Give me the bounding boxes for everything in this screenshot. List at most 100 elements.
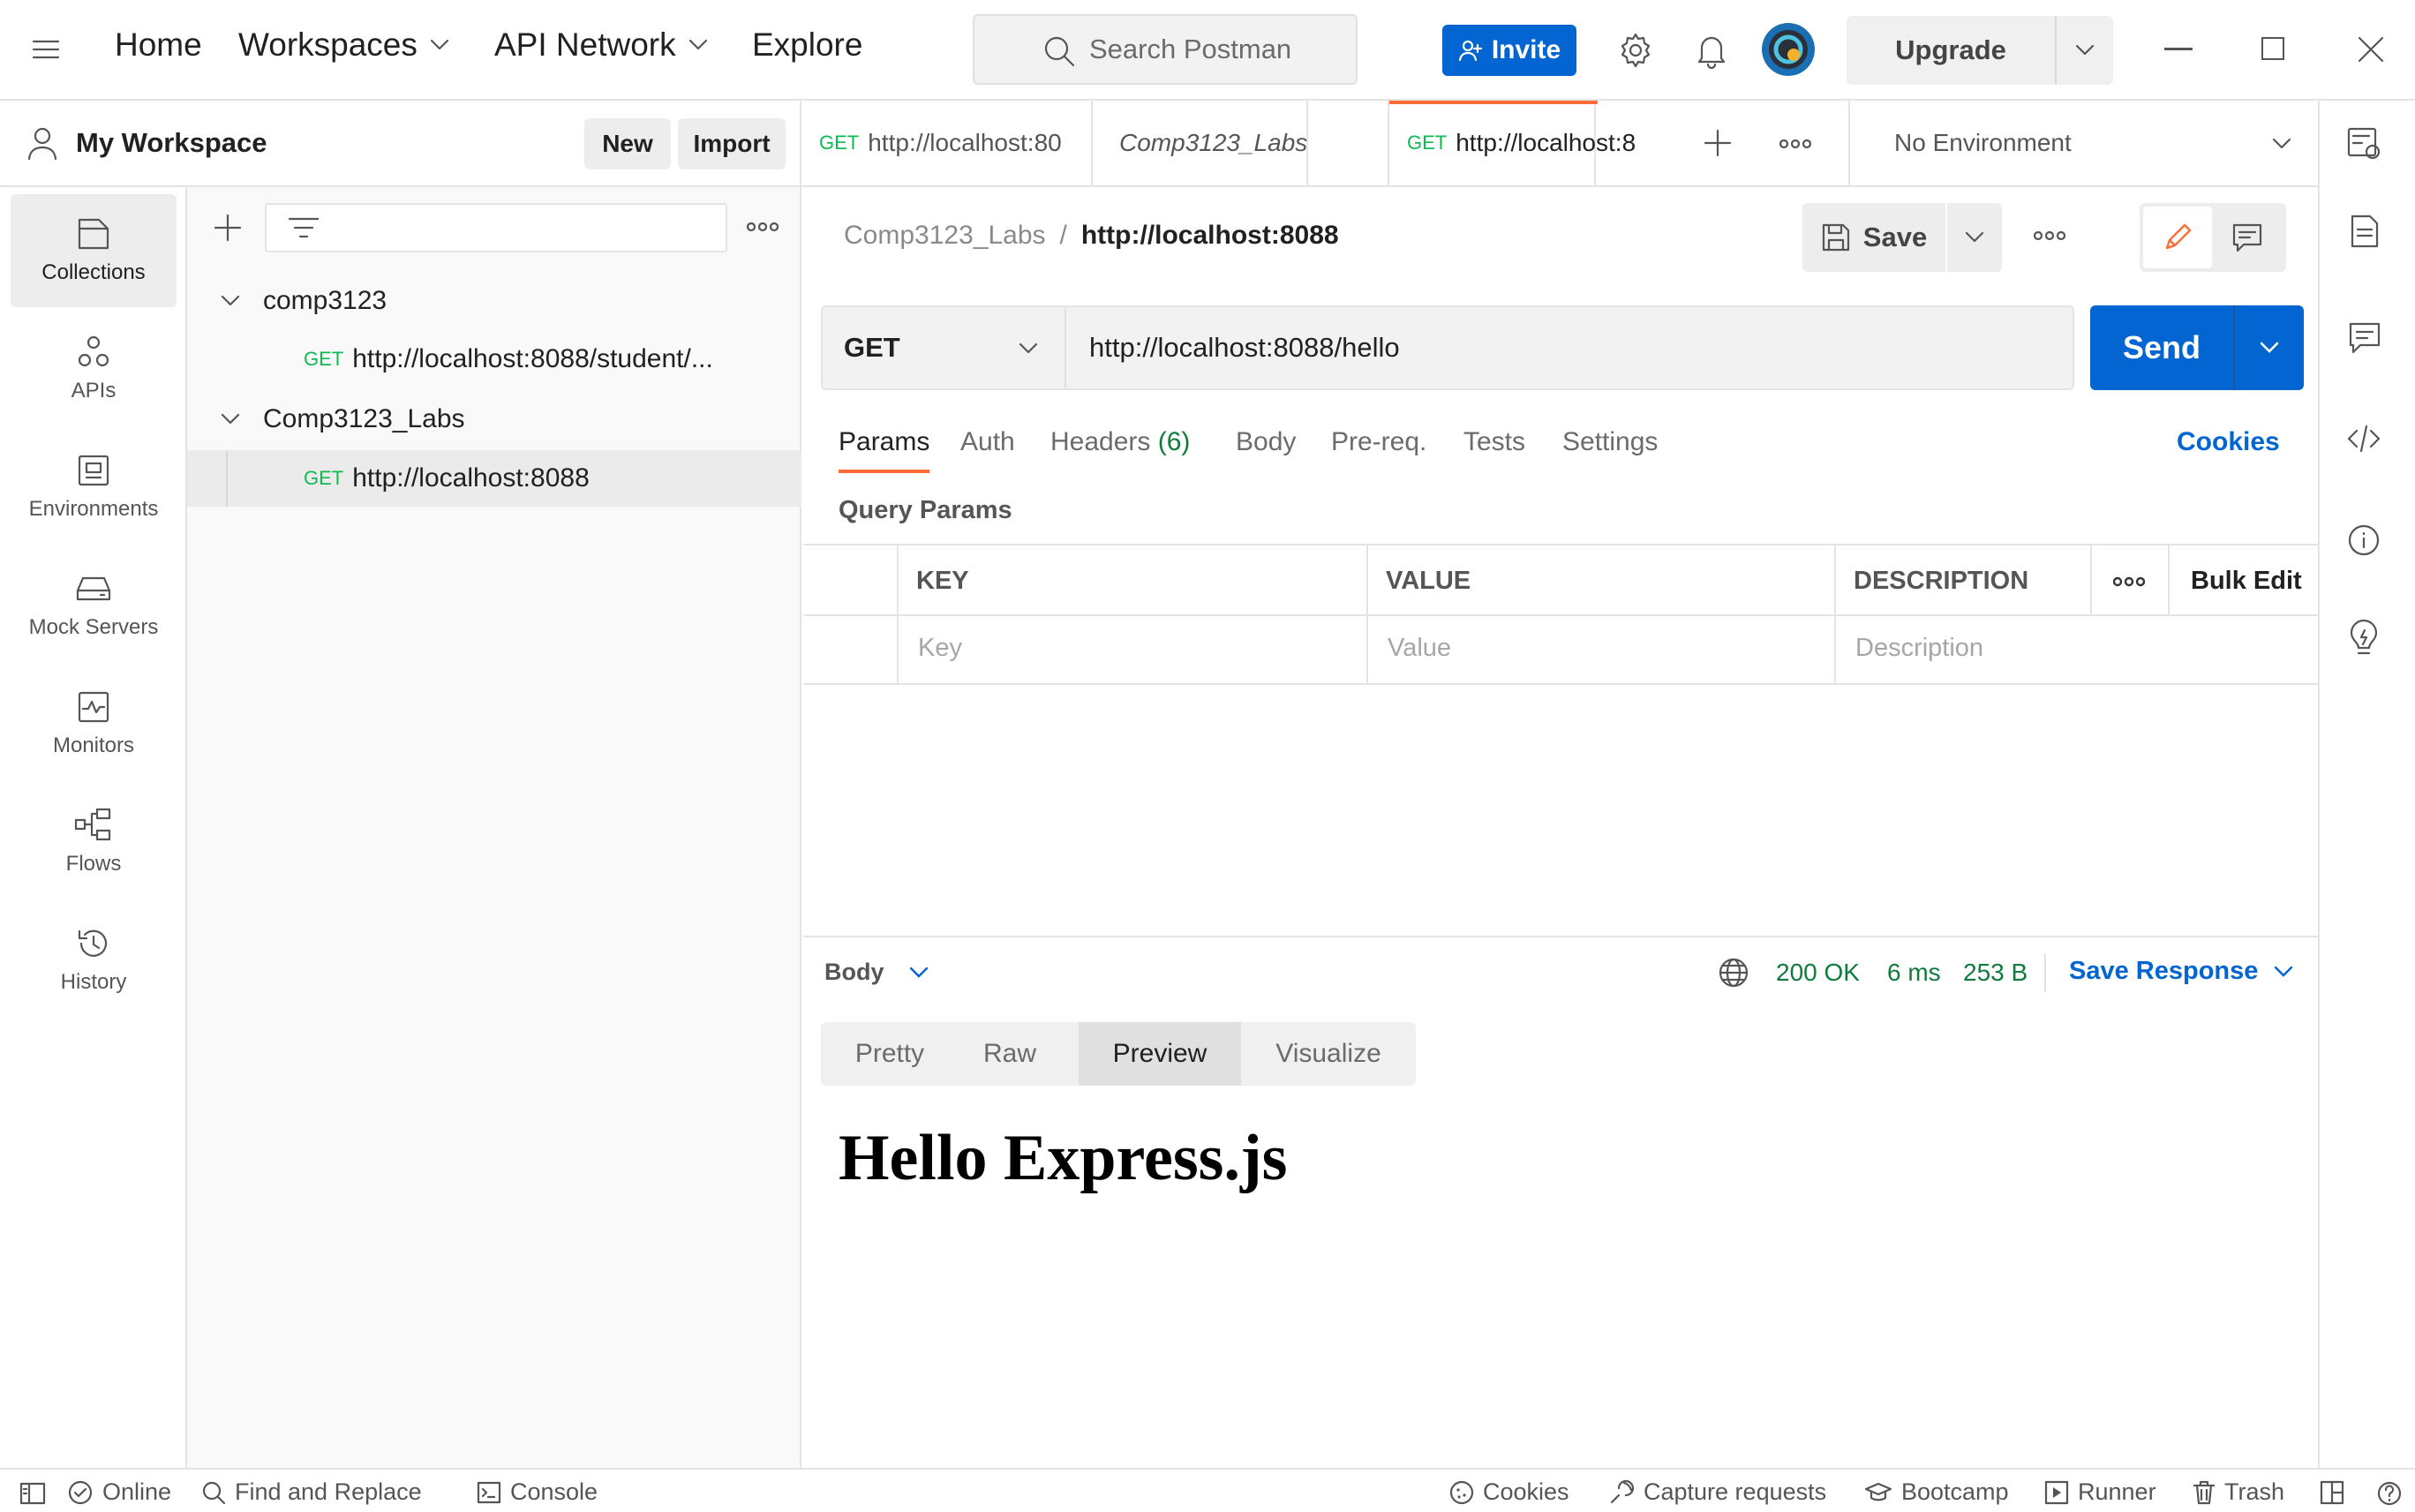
request-item-selected[interactable]: GET http://localhost:8088	[187, 450, 801, 507]
response-status[interactable]: 200 OK	[1776, 959, 1860, 987]
online-status[interactable]: Online	[67, 1478, 171, 1506]
upgrade-label[interactable]: Upgrade	[1847, 16, 2055, 85]
code-snippet-icon[interactable]	[2346, 424, 2381, 454]
rail-monitors[interactable]: Monitors	[11, 667, 177, 780]
close-icon[interactable]	[2357, 35, 2385, 64]
lightbulb-icon[interactable]	[2348, 620, 2380, 658]
upgrade-dropdown-chevron-icon[interactable]	[2057, 16, 2113, 85]
table-more-icon[interactable]	[2113, 575, 2145, 588]
value-input[interactable]: Value	[1388, 634, 1451, 663]
status-bar: Online Find and Replace Console Cookies …	[0, 1468, 2415, 1512]
send-button[interactable]: Send	[2090, 305, 2233, 390]
tab-tests[interactable]: Tests	[1463, 427, 1525, 457]
collection-comp3123[interactable]: comp3123	[187, 274, 801, 328]
toggle-sidebar-icon[interactable]	[19, 1482, 46, 1505]
breadcrumb-request[interactable]: http://localhost:8088	[1081, 221, 1339, 251]
response-time[interactable]: 6 ms	[1887, 959, 1941, 987]
bootcamp-button[interactable]: Bootcamp	[1864, 1478, 2009, 1506]
comments-icon[interactable]	[2348, 321, 2381, 355]
rail-collections[interactable]: Collections	[11, 194, 177, 307]
tab-params[interactable]: Params	[839, 427, 930, 473]
tabs-more-icon[interactable]	[1779, 138, 1811, 150]
globe-icon[interactable]	[1718, 957, 1749, 989]
maximize-icon[interactable]	[2261, 37, 2284, 60]
tab-request-1[interactable]: GET http://localhost:80	[801, 101, 1093, 185]
rail-mock-servers[interactable]: Mock Servers	[11, 549, 177, 662]
save-button[interactable]: Save	[1802, 203, 1945, 272]
response-size[interactable]: 253 B	[1963, 959, 2028, 987]
view-raw[interactable]: Raw	[959, 1022, 1061, 1086]
save-dropdown-chevron-icon[interactable]	[1947, 203, 2002, 272]
settings-gear-icon[interactable]	[1617, 32, 1654, 69]
tab-prereq[interactable]: Pre-req.	[1331, 427, 1426, 457]
save-response-button[interactable]: Save Response	[2069, 957, 2293, 986]
request-tab-bar: GET http://localhost:80 Comp3123_Labs GE…	[801, 101, 2320, 187]
nav-home[interactable]: Home	[115, 26, 202, 64]
tab-settings[interactable]: Settings	[1562, 427, 1658, 457]
breadcrumb-collection[interactable]: Comp3123_Labs	[844, 221, 1046, 251]
nav-api-network[interactable]: API Network	[494, 26, 708, 64]
upgrade-button[interactable]: Upgrade	[1847, 16, 2113, 85]
rail-apis[interactable]: APIs	[11, 312, 177, 425]
info-icon[interactable]	[2346, 523, 2381, 558]
tab-collection[interactable]: Comp3123_Labs	[1093, 101, 1308, 185]
environment-selector[interactable]: No Environment	[1850, 101, 2320, 185]
avatar[interactable]	[1762, 23, 1815, 76]
description-input[interactable]: Description	[1855, 634, 1983, 663]
rail-environments[interactable]: Environments	[11, 431, 177, 544]
minimize-icon[interactable]	[2164, 48, 2193, 50]
response-body-dropdown[interactable]: Body	[824, 959, 929, 986]
url-input[interactable]: http://localhost:8088/hello	[1066, 307, 2073, 388]
environment-quicklook-icon[interactable]	[2346, 125, 2381, 161]
find-and-replace[interactable]: Find and Replace	[201, 1478, 422, 1506]
new-tab-plus-icon[interactable]	[1704, 129, 1732, 157]
tree-guide-line	[226, 450, 228, 507]
add-collection-plus-icon[interactable]	[214, 214, 242, 242]
column-header-key: KEY	[916, 567, 969, 595]
console-button[interactable]: Console	[477, 1478, 598, 1506]
documentation-icon[interactable]	[2350, 214, 2380, 249]
capture-requests-button[interactable]: Capture requests	[1608, 1478, 1826, 1506]
comment-mode-icon[interactable]	[2212, 207, 2283, 268]
trash-button[interactable]: Trash	[2193, 1478, 2284, 1506]
chevron-down-icon	[688, 39, 707, 50]
send-dropdown-chevron-icon[interactable]	[2235, 305, 2304, 390]
new-button[interactable]: New	[584, 118, 671, 169]
cookies-button[interactable]: Cookies	[1449, 1478, 1569, 1506]
rail-history[interactable]: History	[11, 904, 177, 1017]
tab-body[interactable]: Body	[1236, 427, 1296, 457]
import-button[interactable]: Import	[678, 118, 786, 169]
runner-button[interactable]: Runner	[2044, 1478, 2156, 1506]
filter-input[interactable]	[265, 203, 727, 252]
hamburger-menu-icon[interactable]	[32, 39, 60, 60]
request-item[interactable]: GET http://localhost:8088/student/...	[187, 332, 801, 387]
search-input[interactable]: Search Postman	[973, 14, 1358, 85]
view-preview[interactable]: Preview	[1079, 1022, 1241, 1086]
save-button-group: Save	[1802, 203, 2002, 272]
tab-request-active[interactable]: GET http://localhost:8	[1388, 101, 1636, 185]
col-divider	[897, 545, 899, 683]
view-pretty[interactable]: Pretty	[821, 1022, 959, 1086]
nav-workspaces[interactable]: Workspaces	[238, 26, 449, 64]
chevron-down-icon	[221, 413, 240, 425]
key-input[interactable]: Key	[918, 634, 962, 663]
help-icon[interactable]	[2376, 1480, 2403, 1507]
nav-explore[interactable]: Explore	[752, 26, 862, 64]
right-rail	[2318, 101, 2415, 1468]
two-pane-layout-icon[interactable]	[2320, 1480, 2344, 1505]
view-visualize[interactable]: Visualize	[1241, 1022, 1416, 1086]
edit-pencil-icon[interactable]	[2143, 207, 2212, 268]
tab-headers[interactable]: Headers (6)	[1050, 427, 1190, 457]
request-more-icon[interactable]	[2034, 229, 2065, 242]
more-options-icon[interactable]	[747, 221, 779, 233]
tab-auth[interactable]: Auth	[960, 427, 1015, 457]
collection-comp3123-labs[interactable]: Comp3123_Labs	[187, 392, 801, 447]
mode-toggle	[2140, 203, 2286, 272]
workspace-title[interactable]: My Workspace	[76, 127, 267, 159]
cookies-link[interactable]: Cookies	[2177, 427, 2280, 457]
notifications-bell-icon[interactable]	[1695, 32, 1728, 69]
rail-flows[interactable]: Flows	[11, 786, 177, 899]
invite-button[interactable]: Invite	[1442, 25, 1576, 76]
method-select[interactable]: GET	[823, 307, 1066, 388]
bulk-edit-button[interactable]: Bulk Edit	[2191, 567, 2302, 596]
